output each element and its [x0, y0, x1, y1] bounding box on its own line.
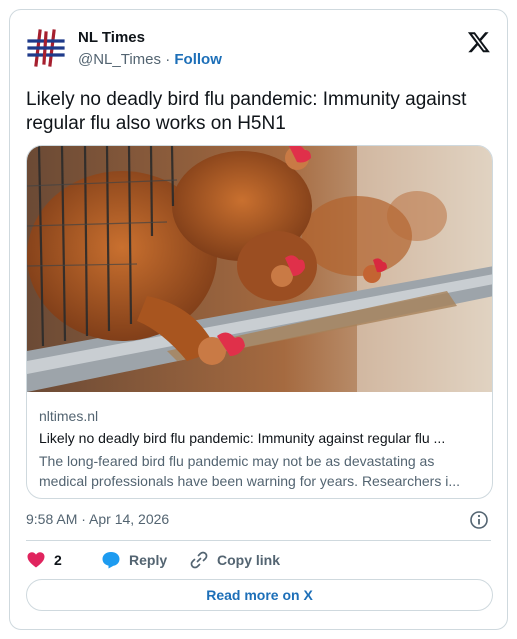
heart-icon: [27, 552, 45, 568]
reply-bubble-icon: [102, 552, 120, 569]
handle-row: @NL_Times · Follow: [78, 51, 222, 68]
reply-button[interactable]: Reply: [101, 549, 167, 571]
follow-button[interactable]: Follow: [174, 51, 222, 68]
tweet-header: NL Times @NL_Times · Follow: [26, 26, 491, 74]
nl-times-avatar-icon[interactable]: [26, 28, 66, 68]
x-logo-icon[interactable]: [467, 30, 491, 54]
author-name[interactable]: NL Times: [78, 29, 145, 46]
link-description: The long-feared bird flu pandemic may no…: [39, 453, 460, 489]
like-button[interactable]: 2: [26, 549, 62, 571]
like-count: 2: [54, 552, 62, 568]
tweet-card: NL Times @NL_Times · Follow Likely no de…: [9, 9, 508, 630]
link-title: Likely no deadly bird flu pandemic: Immu…: [39, 430, 446, 446]
separator-dot: ·: [165, 51, 171, 68]
link-domain: nltimes.nl: [39, 408, 99, 424]
link-preview-card[interactable]: nltimes.nl Likely no deadly bird flu pan…: [26, 145, 493, 499]
copy-link-button[interactable]: Copy link: [189, 549, 280, 571]
tweet-timestamp[interactable]: 9:58 AM · Apr 14, 2026: [26, 511, 169, 527]
copy-link-label: Copy link: [217, 552, 281, 568]
reply-label: Reply: [129, 552, 168, 568]
read-more-button[interactable]: Read more on X: [26, 579, 493, 611]
article-image-chickens[interactable]: [27, 146, 493, 392]
link-chain-icon: [190, 551, 208, 569]
divider: [26, 540, 491, 541]
author-handle[interactable]: @NL_Times: [78, 51, 161, 68]
tweet-text: Likely no deadly bird flu pandemic: Immu…: [26, 89, 467, 134]
action-bar: 2 Reply Copy link: [26, 549, 491, 571]
info-icon[interactable]: [469, 510, 489, 530]
